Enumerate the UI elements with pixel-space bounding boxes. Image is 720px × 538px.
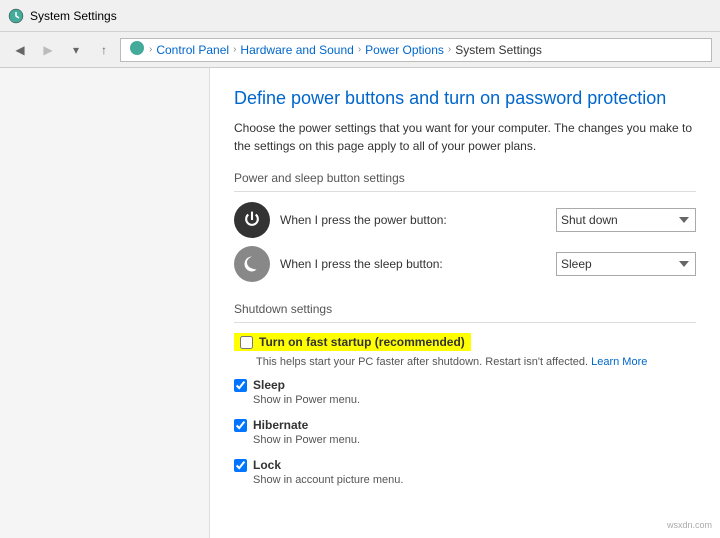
back-button[interactable]: ◀	[8, 38, 32, 62]
left-panel	[0, 68, 210, 538]
learn-more-link[interactable]: Learn More	[591, 356, 647, 368]
sleep-shutdown-item: Sleep Show in Power menu.	[234, 378, 696, 406]
power-icon	[234, 202, 270, 238]
fast-startup-label[interactable]: Turn on fast startup (recommended)	[259, 335, 465, 349]
lock-shutdown-item: Lock Show in account picture menu.	[234, 458, 696, 486]
lock-content: Lock Show in account picture menu.	[253, 458, 403, 486]
hibernate-checkbox[interactable]	[234, 419, 247, 432]
sleep-icon	[234, 246, 270, 282]
shutdown-section-header: Shutdown settings	[234, 302, 696, 323]
fast-startup-desc: This helps start your PC faster after sh…	[256, 356, 696, 368]
hibernate-shutdown-item: Hibernate Show in Power menu.	[234, 418, 696, 446]
breadcrumb: › Control Panel › Hardware and Sound › P…	[120, 38, 712, 62]
breadcrumb-control-panel[interactable]: Control Panel	[156, 43, 229, 57]
sleep-button-row: When I press the sleep button: Sleep Do …	[234, 246, 696, 282]
forward-button[interactable]: ▶	[36, 38, 60, 62]
shutdown-settings-section: Shutdown settings Turn on fast startup (…	[234, 302, 696, 486]
power-button-row: When I press the power button: Shut down…	[234, 202, 696, 238]
sleep-desc: Show in Power menu.	[253, 394, 360, 406]
power-button-dropdown[interactable]: Shut down Do nothing Sleep Hibernate Tur…	[556, 208, 696, 232]
breadcrumb-sep-1: ›	[233, 44, 236, 55]
breadcrumb-hardware-sound[interactable]: Hardware and Sound	[240, 43, 353, 57]
page-title: Define power buttons and turn on passwor…	[234, 88, 696, 109]
sleep-label[interactable]: Sleep	[253, 378, 285, 392]
up-button[interactable]: ↑	[92, 38, 116, 62]
breadcrumb-sep-3: ›	[448, 44, 451, 55]
breadcrumb-current: System Settings	[455, 43, 542, 57]
power-section-header: Power and sleep button settings	[234, 171, 696, 192]
settings-icon	[8, 8, 24, 24]
button-settings-section: Power and sleep button settings When I p…	[234, 171, 696, 282]
title-bar: System Settings	[0, 0, 720, 32]
breadcrumb-power-options[interactable]: Power Options	[365, 43, 444, 57]
dropdown-button[interactable]: ▾	[64, 38, 88, 62]
hibernate-desc: Show in Power menu.	[253, 434, 360, 446]
breadcrumb-sep-0: ›	[149, 44, 152, 55]
breadcrumb-icon	[129, 40, 145, 59]
sleep-button-dropdown[interactable]: Sleep Do nothing Hibernate Shut down	[556, 252, 696, 276]
sleep-content: Sleep Show in Power menu.	[253, 378, 360, 406]
lock-checkbox[interactable]	[234, 459, 247, 472]
fast-startup-wrapper: Turn on fast startup (recommended) This …	[234, 333, 696, 368]
breadcrumb-sep-2: ›	[358, 44, 361, 55]
content-panel: Define power buttons and turn on passwor…	[210, 68, 720, 538]
power-button-label: When I press the power button:	[280, 213, 546, 227]
sleep-button-label: When I press the sleep button:	[280, 257, 546, 271]
sleep-checkbox[interactable]	[234, 379, 247, 392]
lock-label[interactable]: Lock	[253, 458, 281, 472]
lock-desc: Show in account picture menu.	[253, 474, 403, 486]
fast-startup-checkbox[interactable]	[240, 336, 253, 349]
title-bar-text: System Settings	[30, 9, 117, 23]
hibernate-content: Hibernate Show in Power menu.	[253, 418, 360, 446]
nav-bar: ◀ ▶ ▾ ↑ › Control Panel › Hardware and S…	[0, 32, 720, 68]
hibernate-label[interactable]: Hibernate	[253, 418, 308, 432]
main-container: Define power buttons and turn on passwor…	[0, 68, 720, 538]
watermark: wsxdn.com	[667, 520, 712, 530]
page-description: Choose the power settings that you want …	[234, 119, 696, 155]
